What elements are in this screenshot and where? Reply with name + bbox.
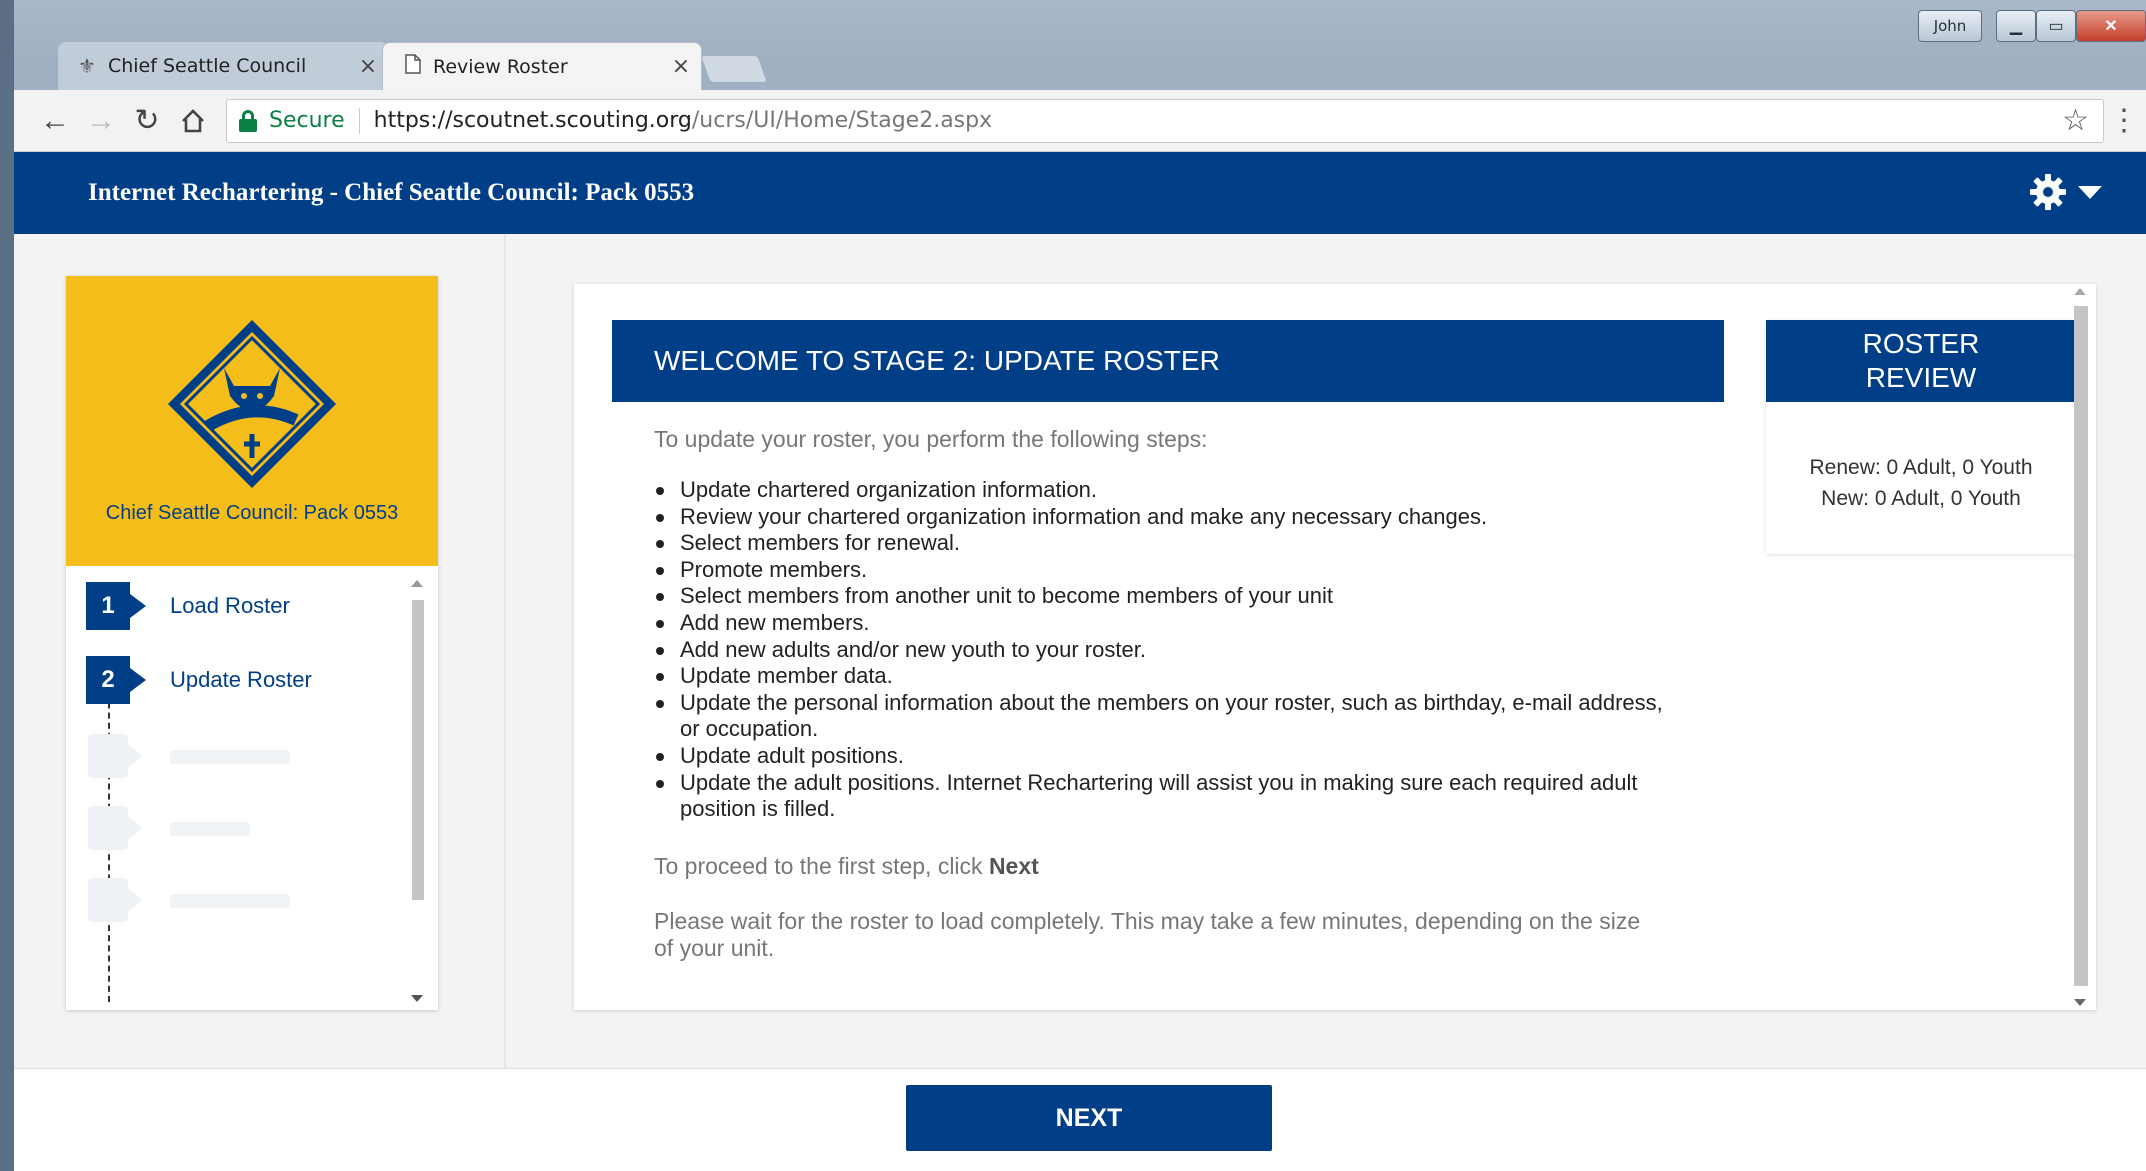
url-path: /ucrs/UI/Home/Stage2.aspx [691, 108, 993, 133]
list-item: Update the personal information about th… [654, 690, 1664, 743]
intro-text: To update your roster, you perform the f… [654, 426, 1208, 452]
secure-label: Secure [269, 108, 345, 133]
arrow-left-icon: ← [40, 103, 70, 137]
main-content: WELCOME TO STAGE 2: UPDATE ROSTER To upd… [574, 284, 2096, 1010]
new-count: New: 0 Adult, 0 Youth [1821, 487, 2021, 510]
list-item: Update adult positions. [654, 743, 1664, 770]
cub-scouts-logo [168, 320, 336, 488]
next-button[interactable]: NEXT [906, 1085, 1272, 1151]
list-item: Add new adults and/or new youth to your … [654, 637, 1664, 664]
list-item: Update chartered organization informatio… [654, 477, 1664, 504]
url-host: https://scoutnet.scouting.org [373, 108, 692, 133]
close-window-button[interactable]: ✕ [2076, 10, 2146, 42]
list-item: Review your chartered organization infor… [654, 504, 1664, 531]
app: Internet Rechartering - Chief Seattle Co… [14, 152, 2146, 1171]
title-bar: ⚜ Chief Seattle Council × Review Roster … [14, 0, 2146, 90]
home-icon [182, 108, 204, 132]
step-placeholder-label [170, 750, 290, 764]
welcome-heading: WELCOME TO STAGE 2: UPDATE ROSTER [612, 320, 1724, 402]
close-icon: ✕ [2104, 18, 2118, 35]
proceed-next-emphasis: Next [988, 852, 1039, 879]
scroll-thumb[interactable] [2074, 306, 2088, 986]
list-item: Promote members. [654, 557, 1664, 584]
step-placeholder [88, 734, 142, 778]
list-item: Select members for renewal. [654, 530, 1664, 557]
scroll-up-icon[interactable] [411, 580, 423, 587]
new-tab-button[interactable] [701, 56, 767, 82]
scroll-thumb[interactable] [412, 600, 424, 900]
gear-icon[interactable] [2028, 172, 2068, 212]
proceed-prefix: To proceed to the first step, click [654, 852, 989, 879]
forward-button[interactable]: → [78, 98, 124, 144]
step-placeholder [88, 878, 142, 922]
step-list: Update chartered organization informatio… [654, 477, 1664, 823]
list-item: Update the adult positions. Internet Rec… [654, 770, 1664, 823]
close-icon[interactable]: × [661, 54, 701, 79]
home-button[interactable] [170, 98, 216, 144]
tab-review-roster[interactable]: Review Roster × [382, 42, 702, 90]
back-button[interactable]: ← [32, 98, 78, 144]
arrow-right-icon: → [86, 103, 116, 137]
reload-icon: ↻ [134, 104, 160, 137]
unit-name: Chief Seattle Council: Pack 0553 [105, 502, 399, 524]
lock-icon [239, 109, 257, 132]
minimize-button[interactable]: ▁ [1996, 10, 2036, 42]
content-scrollbar[interactable] [2070, 284, 2090, 1010]
roster-review-heading: ROSTER REVIEW [1766, 320, 2076, 402]
step-placeholder-label [170, 822, 250, 836]
app-header: Internet Rechartering - Chief Seattle Co… [14, 152, 2146, 234]
welcome-panel: WELCOME TO STAGE 2: UPDATE ROSTER To upd… [612, 320, 1724, 962]
address-bar[interactable]: Secure https://scoutnet.scouting.org /uc… [226, 98, 2104, 143]
step-load-roster[interactable]: 1 Load Roster [86, 582, 290, 630]
step-placeholder-label [170, 894, 290, 908]
wait-note: Please wait for the roster to load compl… [654, 907, 1641, 961]
tab-chief-seattle-council[interactable]: ⚜ Chief Seattle Council × [58, 42, 388, 90]
scroll-up-icon[interactable] [2074, 288, 2086, 295]
scroll-down-icon[interactable] [2074, 999, 2086, 1006]
profile-button[interactable]: John [1918, 10, 1982, 42]
step-number: 2 [86, 656, 146, 704]
sidebar-scrollbar[interactable] [408, 576, 426, 1006]
browser-window: ⚜ Chief Seattle Council × Review Roster … [0, 0, 2146, 1171]
list-item: Add new members. [654, 610, 1664, 637]
step-placeholder [88, 806, 142, 850]
unit-card: Chief Seattle Council: Pack 0553 [66, 276, 438, 566]
proceed-text: To proceed to the first step, click Next [654, 853, 1724, 880]
step-label: Load Roster [170, 593, 290, 618]
roster-review-panel: ROSTER REVIEW Renew: 0 Adult, 0 Youth Ne… [1766, 320, 2076, 554]
renew-count: Renew: 0 Adult, 0 Youth [1809, 456, 2033, 479]
app-title: Internet Rechartering - Chief Seattle Co… [88, 179, 695, 206]
fleur-de-lis-icon: ⚜ [78, 54, 96, 78]
window-edge [0, 0, 14, 1171]
tab-title: Chief Seattle Council [107, 55, 307, 77]
stage-steps: 1 Load Roster 2 Update Roster [66, 566, 438, 1010]
maximize-icon: ▭ [2048, 18, 2064, 35]
browser-toolbar: ← → ↻ Secure https://scoutnet.scouting.o… [14, 90, 2146, 152]
chevron-down-icon[interactable] [2078, 186, 2102, 199]
step-update-roster[interactable]: 2 Update Roster [86, 656, 312, 704]
minimize-icon: ▁ [2009, 18, 2023, 35]
browser-menu-icon[interactable]: ⋮ [2104, 103, 2144, 138]
footer: NEXT [14, 1068, 2146, 1171]
divider [358, 107, 360, 134]
reload-button[interactable]: ↻ [124, 98, 170, 144]
bookmark-star-icon[interactable]: ☆ [2062, 103, 2089, 138]
list-item: Update member data. [654, 663, 1664, 690]
scroll-down-icon[interactable] [411, 995, 423, 1002]
sidebar: Chief Seattle Council: Pack 0553 1 Load … [66, 276, 438, 1010]
tab-title: Review Roster [433, 55, 568, 78]
step-number: 1 [86, 582, 146, 630]
divider [504, 234, 506, 1074]
step-label: Update Roster [170, 667, 312, 692]
list-item: Select members from another unit to beco… [654, 583, 1664, 610]
page-icon [405, 54, 421, 79]
maximize-button[interactable]: ▭ [2036, 10, 2076, 42]
